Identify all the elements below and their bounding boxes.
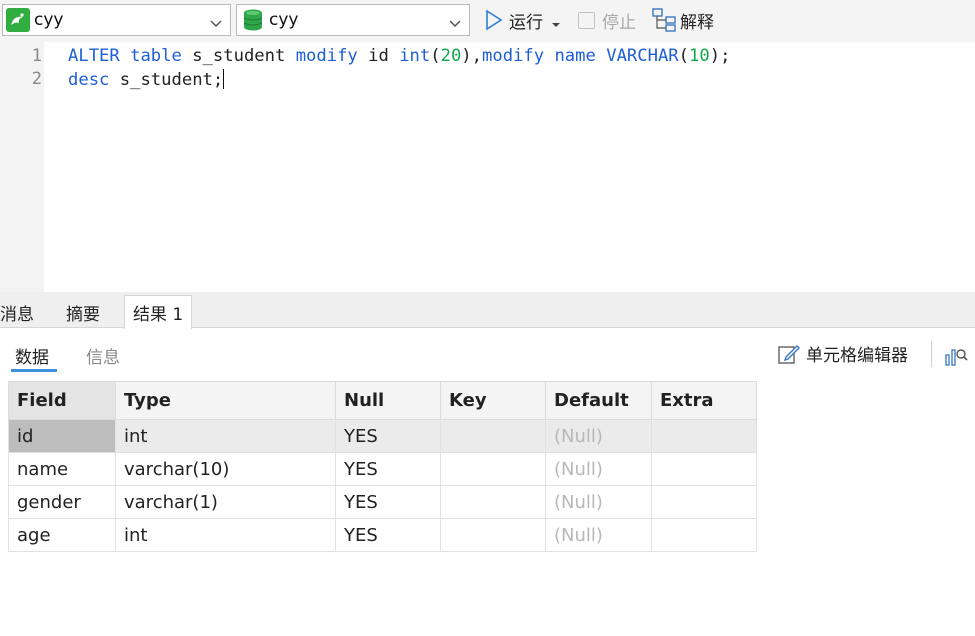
code-line[interactable]: desc s_student; xyxy=(68,69,225,90)
table-cell[interactable] xyxy=(440,485,546,519)
sql-editor[interactable]: 1 2 ALTER table s_student modify id int(… xyxy=(0,42,975,292)
table-cell[interactable]: YES xyxy=(335,419,441,453)
query-toolbar: cyy cyy 运行 停止 解释 xyxy=(0,0,975,42)
text-cursor xyxy=(223,69,225,89)
stop-icon xyxy=(578,11,595,29)
cell-editor-button[interactable]: 单元格编辑器 xyxy=(777,341,908,366)
table-cell[interactable]: YES xyxy=(335,485,441,519)
database-select[interactable]: cyy xyxy=(236,4,470,36)
column-header[interactable]: Field xyxy=(8,381,116,420)
table-cell[interactable] xyxy=(651,452,757,486)
explain-icon xyxy=(652,8,678,32)
column-header[interactable]: Type xyxy=(115,381,336,420)
stop-button[interactable]: 停止 xyxy=(578,6,636,34)
result-tab-bar: 消息 摘要 结果 1 xyxy=(0,292,975,329)
result-sub-toolbar: 数据 信息 单元格编辑器 xyxy=(0,329,975,377)
run-label: 运行 xyxy=(509,12,543,33)
table-cell[interactable]: (Null) xyxy=(545,452,652,486)
grid-header-row: Field Type Null Key Default Extra xyxy=(8,381,757,420)
table-cell[interactable]: id xyxy=(8,419,116,453)
play-icon xyxy=(484,9,504,31)
active-tab-indicator xyxy=(11,369,57,372)
subtab-data[interactable]: 数据 xyxy=(15,343,49,368)
pencil-icon xyxy=(777,342,801,366)
explain-label: 解释 xyxy=(680,12,714,33)
line-number: 2 xyxy=(31,69,42,89)
table-cell[interactable]: (Null) xyxy=(545,518,652,552)
table-cell[interactable]: age xyxy=(8,518,116,552)
table-row[interactable]: age int YES (Null) xyxy=(8,518,757,552)
code-line[interactable]: ALTER table s_student modify id int(20),… xyxy=(68,46,730,66)
column-header[interactable]: Key xyxy=(440,381,546,420)
table-row[interactable]: id int YES (Null) xyxy=(8,419,757,453)
tab-result-1[interactable]: 结果 1 xyxy=(124,295,193,329)
database-icon xyxy=(241,8,265,32)
column-header[interactable]: Extra xyxy=(651,381,757,420)
table-cell[interactable]: varchar(1) xyxy=(115,485,336,519)
table-cell[interactable] xyxy=(651,485,757,519)
table-cell[interactable]: (Null) xyxy=(545,419,652,453)
tab-messages[interactable]: 消息 xyxy=(0,296,42,328)
run-dropdown-icon[interactable] xyxy=(551,15,561,27)
column-header[interactable]: Default xyxy=(545,381,652,420)
table-cell[interactable] xyxy=(440,452,546,486)
table-cell[interactable] xyxy=(440,419,546,453)
table-row[interactable]: gender varchar(1) YES (Null) xyxy=(8,485,757,519)
table-cell[interactable]: int xyxy=(115,518,336,552)
toolbar-divider xyxy=(931,341,932,367)
run-button[interactable]: 运行 xyxy=(484,6,561,34)
chart-icon[interactable] xyxy=(944,343,968,367)
table-cell[interactable]: varchar(10) xyxy=(115,452,336,486)
cell-editor-label: 单元格编辑器 xyxy=(806,346,908,366)
table-cell[interactable]: name xyxy=(8,452,116,486)
chevron-down-icon[interactable] xyxy=(210,14,222,28)
table-cell[interactable]: gender xyxy=(8,485,116,519)
result-grid[interactable]: Field Type Null Key Default Extra id int… xyxy=(8,381,757,552)
table-cell[interactable]: (Null) xyxy=(545,485,652,519)
column-header[interactable]: Null xyxy=(335,381,441,420)
tab-summary[interactable]: 摘要 xyxy=(58,296,108,328)
table-cell[interactable] xyxy=(440,518,546,552)
database-label: cyy xyxy=(269,10,299,30)
connection-select[interactable]: cyy xyxy=(2,4,231,36)
connection-label: cyy xyxy=(34,10,64,30)
subtab-info[interactable]: 信息 xyxy=(86,343,120,368)
table-cell[interactable]: int xyxy=(115,419,336,453)
stop-label: 停止 xyxy=(602,12,636,33)
table-cell[interactable]: YES xyxy=(335,518,441,552)
table-cell[interactable] xyxy=(651,518,757,552)
table-row[interactable]: name varchar(10) YES (Null) xyxy=(8,452,757,486)
explain-button[interactable]: 解释 xyxy=(652,6,714,34)
table-cell[interactable]: YES xyxy=(335,452,441,486)
line-number: 1 xyxy=(31,46,42,66)
chevron-down-icon[interactable] xyxy=(449,14,461,28)
table-cell[interactable] xyxy=(651,419,757,453)
mysql-connection-icon xyxy=(6,8,30,32)
line-gutter: 1 2 xyxy=(0,42,44,292)
